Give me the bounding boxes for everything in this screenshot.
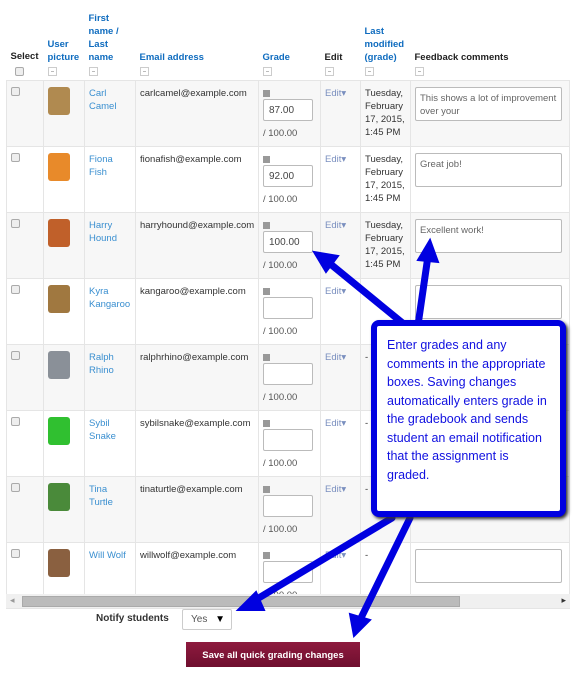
arrow-to-feedback	[414, 252, 432, 329]
arrow-to-grade	[324, 258, 409, 329]
arrow-head	[348, 612, 372, 639]
arrow-to-notify	[248, 514, 396, 606]
annotation-callout: Enter grades and any comments in the app…	[371, 320, 566, 517]
arrow-head	[416, 237, 440, 264]
